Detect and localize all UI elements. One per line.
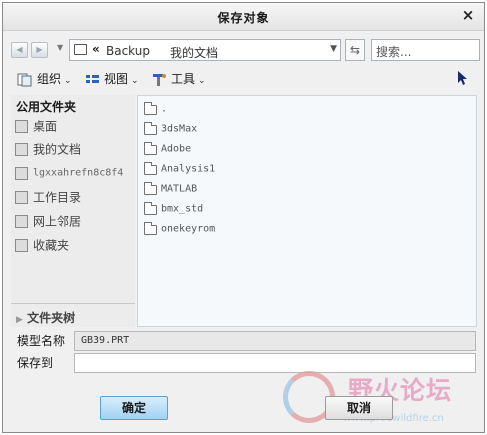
- dialog-title: 保存对象: [217, 11, 270, 25]
- folder-icon: [144, 221, 157, 235]
- file-name: .: [161, 103, 168, 115]
- common-folders-header: 公用文件夹: [16, 100, 77, 114]
- chevron-down-icon: ⌄: [131, 76, 139, 86]
- history-dropdown-icon[interactable]: ▼: [57, 43, 63, 52]
- help-icon: [458, 71, 467, 85]
- sidebar-item-computer[interactable]: lgxxahrefn8c8f4: [15, 163, 135, 183]
- save-to-label: 保存到: [17, 356, 54, 370]
- model-name-field[interactable]: GB39.PRT: [74, 331, 476, 351]
- list-item[interactable]: .: [144, 100, 167, 118]
- organize-menu-button[interactable]: 组织 ⌄: [17, 70, 72, 88]
- breadcrumb-overflow-icon[interactable]: «: [92, 42, 100, 56]
- expand-arrow-icon: ▶: [16, 315, 23, 325]
- tools-label: 工具: [171, 72, 196, 86]
- organize-icon: [17, 73, 32, 86]
- save-object-dialog: 保存对象 × ◀ ▶ ▼ « Backup 我的文档 ▼ ⇆ 搜索... 组织 ⌄…: [2, 2, 485, 433]
- chevron-down-icon: ⌄: [64, 76, 72, 86]
- sidebar-item-label: lgxxahrefn8c8f4: [33, 167, 124, 179]
- folder-icon: [144, 161, 157, 175]
- file-name: 3dsMax: [161, 123, 198, 135]
- organize-label: 组织: [37, 72, 62, 86]
- folder-icon: [144, 201, 157, 215]
- search-input[interactable]: 搜索...: [371, 39, 480, 61]
- save-to-row: 保存到: [11, 353, 476, 373]
- list-item[interactable]: 3dsMax: [144, 120, 197, 138]
- sidebar-item-my-documents[interactable]: 我的文档: [15, 139, 135, 159]
- list-item[interactable]: onekeyrom: [144, 220, 215, 238]
- favorites-icon: [15, 239, 28, 252]
- desktop-icon: [15, 120, 28, 133]
- divider: [11, 303, 135, 304]
- close-icon[interactable]: ×: [460, 6, 476, 24]
- ok-button[interactable]: 确定: [100, 396, 168, 420]
- view-menu-button[interactable]: 视图 ⌄: [85, 70, 139, 88]
- working-directory-icon: [15, 191, 28, 204]
- sidebar-item-label: 工作目录: [33, 190, 82, 205]
- file-name: Analysis1: [161, 163, 216, 175]
- documents-icon: [15, 143, 28, 156]
- sidebar-item-favorites[interactable]: 收藏夹: [15, 235, 135, 255]
- tools-menu-button[interactable]: 工具 ⌄: [151, 70, 206, 88]
- folder-icon: [144, 121, 157, 135]
- folder-tree-label: 文件夹树: [27, 311, 76, 325]
- computer-icon: [15, 167, 28, 180]
- sidebar-item-network[interactable]: 网上邻居: [15, 211, 135, 231]
- model-name-label: 模型名称: [17, 334, 66, 348]
- file-list: . 3dsMax Adobe Analysis1 MATLAB bmx_std …: [137, 95, 477, 327]
- toolbar: 组织 ⌄ 视图 ⌄ 工具 ⌄: [11, 69, 476, 89]
- help-pointer-icon[interactable]: [456, 69, 474, 91]
- sidebar-item-label: 网上邻居: [33, 214, 82, 229]
- back-arrow-icon[interactable]: ◀: [11, 42, 28, 58]
- address-row: ◀ ▶ ▼ « Backup 我的文档 ▼ ⇆ 搜索...: [11, 39, 480, 61]
- file-name: MATLAB: [161, 183, 198, 195]
- title-bar: 保存对象 ×: [3, 3, 484, 31]
- folder-icon: [74, 44, 87, 55]
- list-item[interactable]: Analysis1: [144, 160, 215, 178]
- file-name: Adobe: [161, 143, 192, 155]
- list-item[interactable]: MATLAB: [144, 180, 197, 198]
- list-item[interactable]: Adobe: [144, 140, 191, 158]
- view-icon: [86, 74, 99, 83]
- refresh-icon[interactable]: ⇆: [345, 39, 365, 61]
- address-dropdown-icon[interactable]: ▼: [330, 44, 337, 54]
- model-name-row: 模型名称 GB39.PRT: [11, 331, 476, 351]
- breadcrumb-my-documents[interactable]: 我的文档: [170, 44, 218, 61]
- save-to-field[interactable]: [74, 353, 476, 373]
- folder-tree-toggle[interactable]: ▶ 文件夹树: [16, 309, 75, 326]
- tools-icon: [153, 74, 166, 86]
- folder-icon: [144, 101, 157, 115]
- sidebar-item-label: 我的文档: [33, 142, 82, 157]
- file-name: onekeyrom: [161, 223, 216, 235]
- common-folders-pane: 公用文件夹 桌面 我的文档 lgxxahrefn8c8f4 工作目录 网上邻居 …: [11, 95, 135, 327]
- cancel-button[interactable]: 取消: [325, 396, 393, 420]
- folder-icon: [144, 181, 157, 195]
- breadcrumb-backup[interactable]: Backup: [106, 44, 150, 58]
- network-icon: [15, 215, 28, 228]
- sidebar-item-label: 桌面: [33, 119, 58, 134]
- sidebar-item-desktop[interactable]: 桌面: [15, 116, 135, 136]
- forward-arrow-icon[interactable]: ▶: [31, 42, 48, 58]
- sidebar-item-working-directory[interactable]: 工作目录: [15, 187, 135, 207]
- sidebar-item-label: 收藏夹: [33, 238, 70, 253]
- address-bar[interactable]: « Backup 我的文档 ▼: [69, 39, 341, 61]
- list-item[interactable]: bmx_std: [144, 200, 203, 218]
- folder-icon: [144, 141, 157, 155]
- chevron-down-icon: ⌄: [198, 76, 206, 86]
- file-name: bmx_std: [161, 203, 204, 215]
- view-label: 视图: [104, 72, 129, 86]
